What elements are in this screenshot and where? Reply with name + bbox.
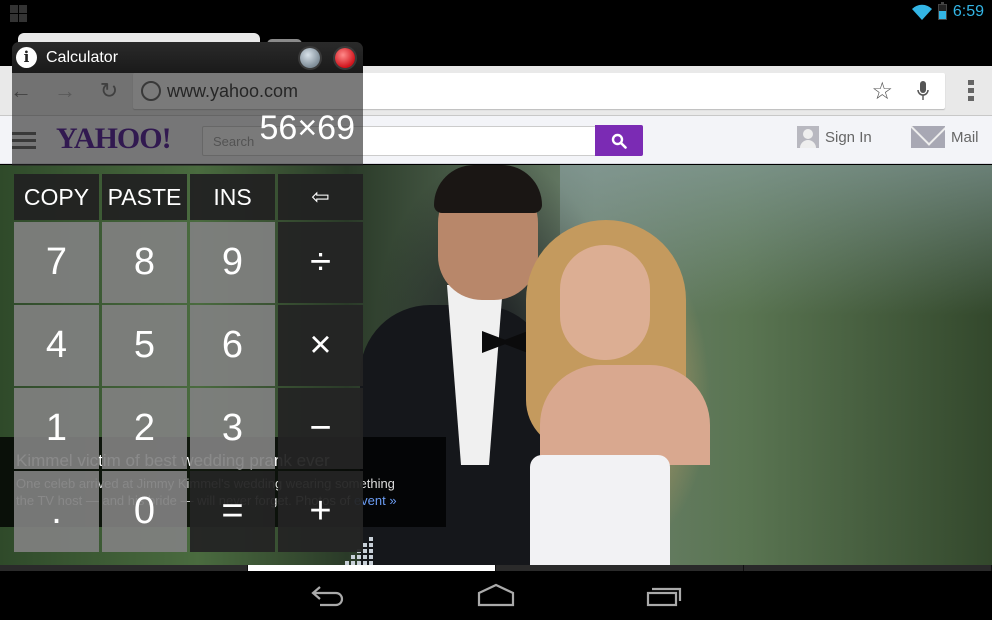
home-icon[interactable] bbox=[476, 581, 516, 609]
calculator-keypad: COPY PASTE INS ⇦ 7 8 9 ÷ 4 5 6 × 1 2 3−. 0 = + bbox=[12, 166, 363, 554]
info-icon[interactable]: i bbox=[16, 47, 37, 68]
yahoo-search-button[interactable] bbox=[595, 125, 643, 156]
close-button[interactable] bbox=[335, 48, 355, 68]
mail-label: Mail bbox=[951, 128, 979, 146]
sign-in-label: Sign In bbox=[825, 128, 872, 146]
key-digit-4-button[interactable]: 4 bbox=[14, 305, 99, 386]
photo-bride-dress bbox=[530, 455, 670, 565]
sign-in-link[interactable]: Sign In bbox=[797, 126, 872, 148]
status-bar: 6:59 bbox=[0, 0, 992, 28]
status-right: 6:59 bbox=[911, 2, 984, 21]
key-digit-8-button[interactable]: 8 bbox=[102, 222, 187, 303]
key-divide-button[interactable]: ÷ bbox=[278, 222, 363, 303]
calculator-titlebar[interactable]: i Calculator bbox=[12, 42, 363, 73]
search-icon bbox=[611, 133, 627, 149]
key-add-button[interactable]: + bbox=[278, 471, 363, 552]
photo-bride-face bbox=[560, 245, 650, 360]
key-digit-6-button[interactable]: 6 bbox=[190, 305, 275, 386]
key-digit-0-button[interactable]: 0 bbox=[102, 471, 187, 552]
key-digit-2-button[interactable]: 2 bbox=[102, 388, 187, 469]
back-icon[interactable] bbox=[308, 581, 348, 609]
microphone-icon[interactable] bbox=[917, 81, 929, 101]
user-icon bbox=[797, 126, 819, 148]
calculator-window: i Calculator 56×69 COPY PASTE INS ⇦ 7 8 9 ÷ 4 5 6 ×… bbox=[12, 42, 363, 554]
calculator-display: 56×69 bbox=[12, 73, 363, 166]
mail-link[interactable]: Mail bbox=[911, 126, 979, 148]
navigation-bar bbox=[0, 571, 992, 620]
bookmark-star-icon[interactable]: ☆ bbox=[871, 77, 893, 106]
key-digit-7-button[interactable]: 7 bbox=[14, 222, 99, 303]
calculator-title: Calculator bbox=[46, 49, 119, 66]
mail-icon bbox=[911, 126, 945, 148]
overflow-menu-icon[interactable] bbox=[968, 80, 974, 101]
photo-bride-shoulders bbox=[540, 365, 710, 465]
status-time: 6:59 bbox=[952, 3, 984, 20]
photo-groom-hair bbox=[434, 165, 542, 213]
key-digit-1-button[interactable]: 1 bbox=[14, 388, 99, 469]
key-insert-button[interactable]: INS bbox=[190, 174, 275, 220]
key-subtract-button[interactable]: − bbox=[278, 388, 363, 469]
key-decimal-button[interactable]: . bbox=[14, 471, 99, 552]
key-digit-5-button[interactable]: 5 bbox=[102, 305, 187, 386]
key-multiply-button[interactable]: × bbox=[278, 305, 363, 386]
display-value: 56×69 bbox=[259, 109, 356, 147]
key-copy-button[interactable]: COPY bbox=[14, 174, 99, 220]
recents-icon[interactable] bbox=[644, 581, 684, 609]
key-paste-button[interactable]: PASTE bbox=[102, 174, 187, 220]
key-backspace-button[interactable]: ⇦ bbox=[278, 174, 363, 220]
wifi-icon bbox=[911, 4, 932, 20]
key-digit-3-button[interactable]: 3 bbox=[190, 388, 275, 469]
key-digit-9-button[interactable]: 9 bbox=[190, 222, 275, 303]
battery-icon bbox=[937, 2, 947, 20]
minimize-button[interactable] bbox=[300, 48, 320, 68]
calculator-notification-icon bbox=[10, 5, 27, 22]
screen: 6:59 ← → ↻ www.yahoo.com ☆ YAHOO! Search… bbox=[0, 0, 992, 620]
key-equals-button[interactable]: = bbox=[190, 471, 275, 552]
